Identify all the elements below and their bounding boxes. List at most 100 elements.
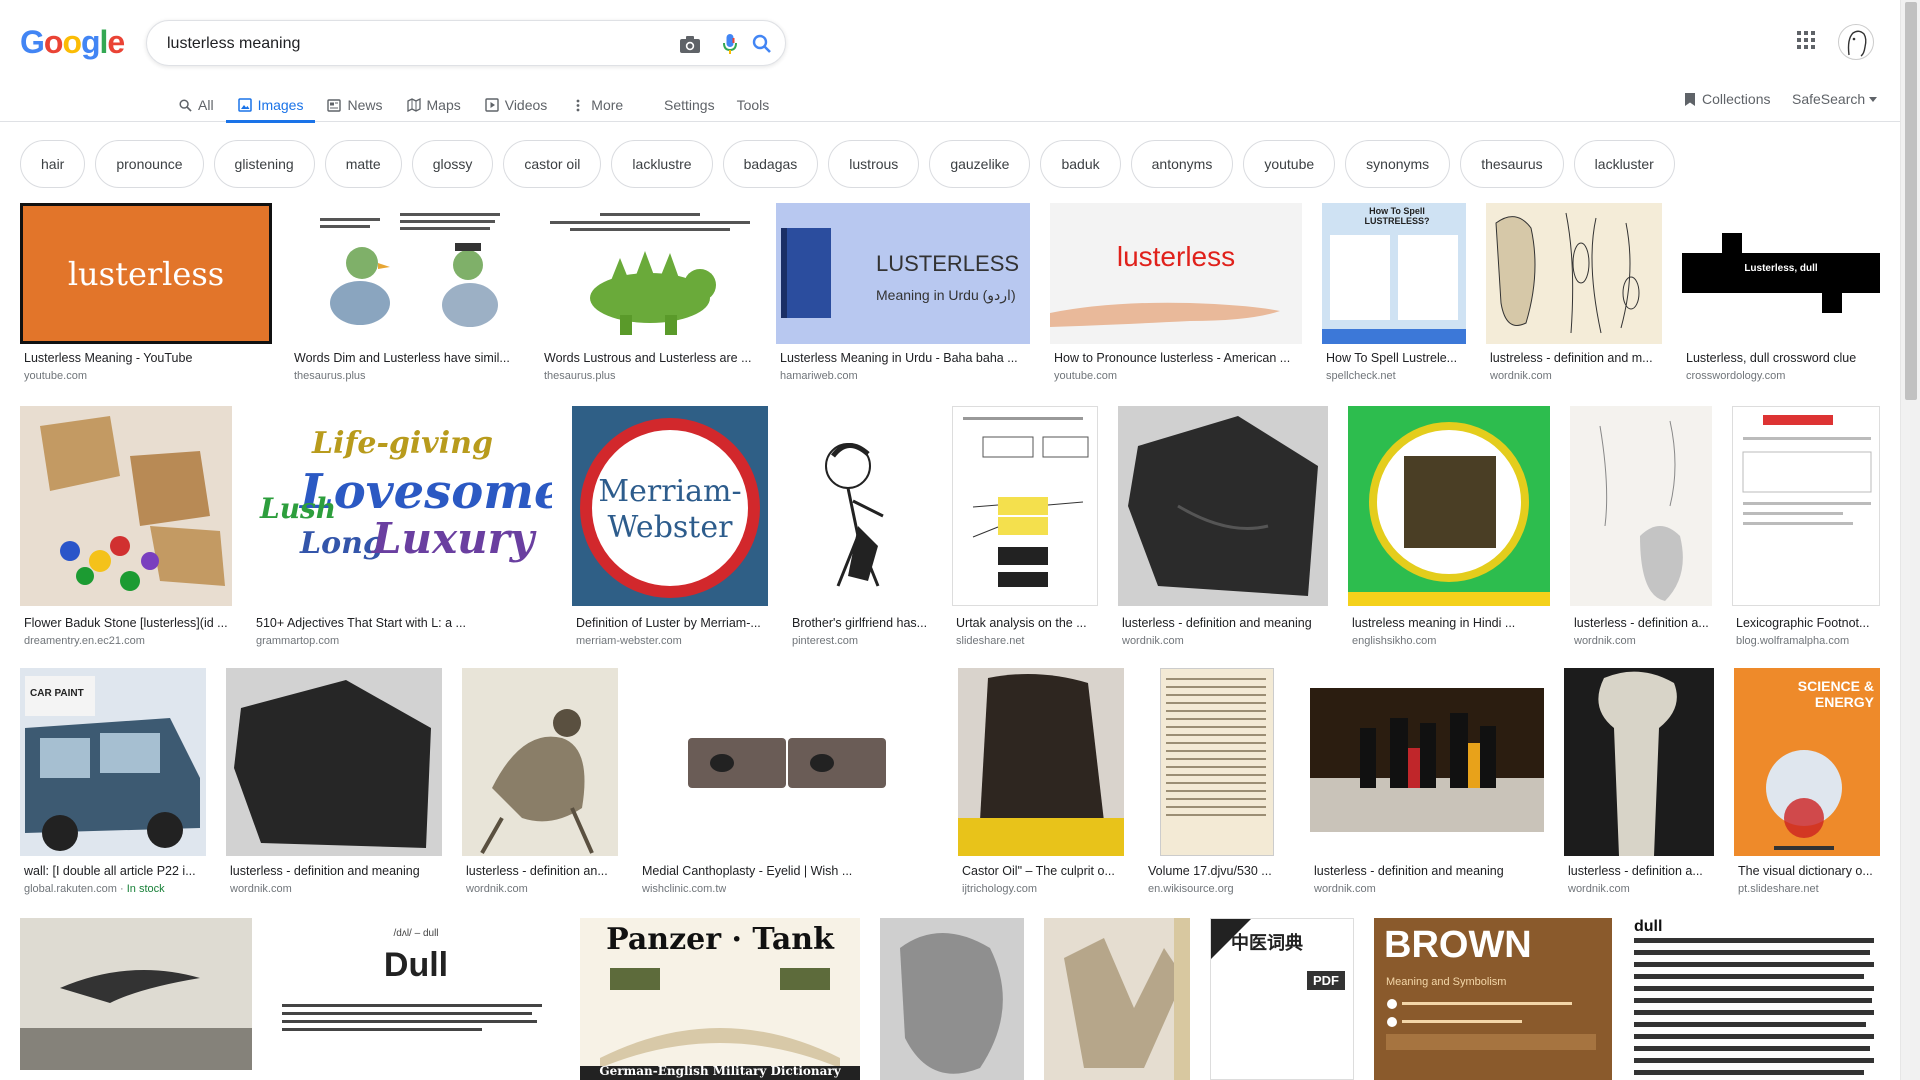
related-chip[interactable]: badagas	[722, 140, 819, 188]
related-chip[interactable]: synonyms	[1345, 140, 1451, 188]
result-caption: Flower Baduk Stone [lusterless](id ...	[24, 616, 228, 630]
related-chip[interactable]: glossy	[411, 140, 494, 188]
result-caption: Lusterless, dull crossword clue	[1686, 351, 1857, 365]
thumbnail-text: dull	[1634, 918, 1663, 935]
image-result[interactable]	[1044, 918, 1190, 1080]
account-avatar[interactable]	[1838, 24, 1874, 60]
logo-letter: o	[62, 24, 82, 60]
thumbnail: lusterless	[1050, 203, 1302, 344]
thumbnail: /dʌl/ – dull Dull	[272, 918, 560, 1080]
image-result[interactable]: lustreless - definition and m... wordnik…	[1486, 203, 1662, 387]
result-domain: wordnik.com	[1314, 883, 1376, 895]
image-result[interactable]: Medial Canthoplasty - Eyelid | Wish ... …	[638, 668, 938, 900]
related-chip[interactable]: youtube	[1243, 140, 1336, 188]
image-result[interactable]: CAR PAINT wall: [I double all article P2…	[20, 668, 206, 900]
thumbnail: How To Spell LUSTRELESS?	[1322, 203, 1466, 344]
image-result[interactable]: lusterless - definition and meaning word…	[226, 668, 442, 900]
image-result[interactable]: How To Spell LUSTRELESS? How To Spell Lu…	[1322, 203, 1466, 387]
image-result[interactable]	[20, 918, 252, 1080]
tab-images[interactable]: Images	[225, 88, 316, 123]
image-result[interactable]: 中医词典 PDF	[1210, 918, 1354, 1080]
image-result[interactable]: lusterless - definition a... wordnik.com	[1570, 406, 1712, 650]
image-result[interactable]: dull	[1632, 918, 1880, 1080]
image-result[interactable]: Castor Oil" – The culprit o... ijtrichol…	[958, 668, 1124, 900]
related-chip[interactable]: thesaurus	[1460, 140, 1564, 188]
related-chip[interactable]: baduk	[1040, 140, 1121, 188]
image-result[interactable]: Words Dim and Lusterless have simil... t…	[290, 203, 522, 387]
google-logo[interactable]: Google	[20, 24, 125, 61]
image-result[interactable]: Words Lustrous and Lusterless are ... th…	[540, 203, 758, 387]
thumbnail	[226, 668, 442, 856]
image-result[interactable]: lustreless meaning in Hindi ... englishs…	[1348, 406, 1550, 650]
collections-link[interactable]: Collections	[1684, 88, 1770, 110]
image-result[interactable]: SCIENCE & ENERGY The visual dictionary o…	[1734, 668, 1880, 900]
related-chip[interactable]: lackluster	[1573, 140, 1675, 188]
tab-more[interactable]: More	[559, 88, 635, 122]
result-caption: lusterless - definition and meaning	[1314, 864, 1504, 878]
thumbnail	[20, 918, 252, 1070]
image-result[interactable]: Lusterless, dull Lusterless, dull crossw…	[1682, 203, 1880, 387]
result-caption: lusterless - definition and meaning	[230, 864, 420, 878]
thumbnail-text: Panzer · Tank	[606, 922, 834, 957]
search-icon[interactable]	[749, 31, 775, 57]
thumbnail-text: Merriam-	[598, 474, 742, 509]
more-vert-icon	[571, 98, 585, 112]
thumbnail	[1348, 406, 1550, 606]
result-caption: Lexicographic Footnot...	[1736, 616, 1870, 630]
apps-grid-icon[interactable]	[1796, 30, 1818, 52]
related-chip[interactable]: lacklustre	[611, 140, 713, 188]
related-chip[interactable]: glistening	[213, 140, 315, 188]
thumbnail-text: Lush	[260, 492, 337, 525]
image-result[interactable]: LUSTERLESS Meaning in Urdu (اردو) Luster…	[776, 203, 1030, 387]
image-result[interactable]: lusterless Lusterless Meaning - YouTube …	[20, 203, 272, 387]
thumbnail	[1732, 406, 1880, 606]
related-chip[interactable]: pronounce	[95, 140, 204, 188]
image-result[interactable]: Life-giving Lovesome Lush Long Luxury 51…	[252, 406, 552, 650]
search-input[interactable]	[167, 33, 647, 55]
tab-maps[interactable]: Maps	[395, 88, 473, 122]
thumbnail	[880, 918, 1024, 1080]
tools-link[interactable]: Tools	[737, 88, 770, 122]
image-result[interactable]: /dʌl/ – dull Dull	[272, 918, 560, 1080]
tab-all[interactable]: All	[166, 88, 226, 122]
thumbnail	[290, 203, 522, 344]
result-domain: youtube.com	[24, 370, 87, 382]
thumbnail: BROWN Meaning and Symbolism	[1374, 918, 1612, 1080]
related-chip[interactable]: lustrous	[828, 140, 920, 188]
scrollbar[interactable]	[1900, 0, 1920, 1080]
image-result[interactable]: lusterless - definition a... wordnik.com	[1564, 668, 1714, 900]
tab-news[interactable]: News	[315, 88, 394, 122]
related-chip[interactable]: matte	[324, 140, 402, 188]
related-chip[interactable]: castor oil	[503, 140, 602, 188]
image-result[interactable]: Panzer · Tank German-English Military Di…	[580, 918, 860, 1080]
related-chip[interactable]: hair	[20, 140, 86, 188]
image-result[interactable]: lusterless How to Pronounce lusterless -…	[1050, 203, 1302, 387]
scrollbar-thumb[interactable]	[1905, 2, 1917, 400]
safesearch-dropdown[interactable]: SafeSearch	[1792, 88, 1878, 110]
result-caption: Medial Canthoplasty - Eyelid | Wish ...	[642, 864, 853, 878]
image-result[interactable]: Volume 17.djvu/530 ... en.wikisource.org	[1144, 668, 1290, 900]
result-domain: thesaurus.plus	[294, 370, 366, 382]
microphone-icon[interactable]	[717, 31, 743, 57]
result-domain: global.rakuten.com · In stock	[24, 883, 165, 895]
related-chips: hair pronounce glistening matte glossy castor…	[20, 140, 1675, 188]
image-result[interactable]: Urtak analysis on the ... slideshare.net	[952, 406, 1098, 650]
image-result[interactable]	[880, 918, 1024, 1080]
image-result[interactable]: BROWN Meaning and Symbolism	[1374, 918, 1612, 1080]
image-result[interactable]: Lexicographic Footnot... blog.wolframalp…	[1732, 406, 1880, 650]
result-domain: spellcheck.net	[1326, 370, 1396, 382]
image-result[interactable]: Brother's girlfriend has... pinterest.co…	[788, 406, 932, 650]
tab-videos[interactable]: Videos	[473, 88, 560, 122]
related-chip[interactable]: antonyms	[1130, 140, 1234, 188]
image-result[interactable]: Merriam- Webster Definition of Luster by…	[572, 406, 768, 650]
related-chip[interactable]: gauzelike	[929, 140, 1031, 188]
settings-link[interactable]: Settings	[664, 88, 715, 122]
camera-icon[interactable]	[677, 31, 703, 57]
image-result[interactable]: Flower Baduk Stone [lusterless](id ... d…	[20, 406, 232, 650]
result-domain: pt.slideshare.net	[1738, 883, 1819, 895]
image-result[interactable]: lusterless - definition an... wordnik.co…	[462, 668, 618, 900]
thumbnail	[1144, 668, 1290, 856]
image-result[interactable]: lusterless - definition and meaning word…	[1310, 668, 1544, 900]
image-result[interactable]: lusterless - definition and meaning word…	[1118, 406, 1328, 650]
thumbnail: lusterless	[20, 203, 272, 344]
